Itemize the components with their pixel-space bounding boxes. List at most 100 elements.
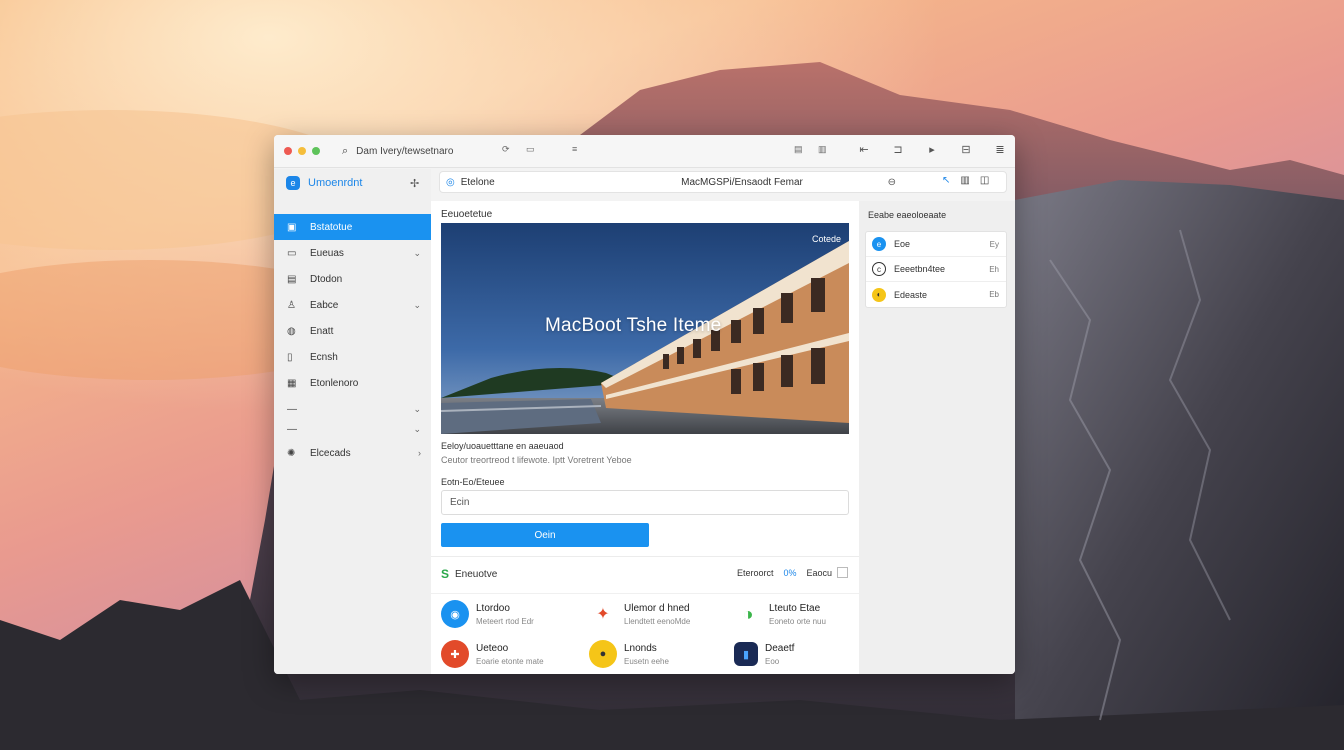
sidebar-item-2[interactable]: ▤ Dtodon xyxy=(274,266,431,292)
features-title: Eneuotve xyxy=(455,568,498,580)
list-item-tag: Eb xyxy=(989,290,999,299)
app-subtitle: Eusetn eehe xyxy=(624,656,669,666)
app-window: ⌕ Dam Ivery/tewsetnaro ⟳ ▭ ≡ ▤ ▥ ⇤ ⊐ ▸ ⊟… xyxy=(274,135,1015,674)
app-icon: ◑ xyxy=(734,600,762,628)
site-icon: ◎ xyxy=(446,176,455,188)
address-prefix: Etelone xyxy=(460,176,495,188)
item-icon: c xyxy=(872,262,886,276)
features-checkbox[interactable] xyxy=(837,567,848,578)
section-title: Eeuoetetue xyxy=(441,209,493,220)
app-icon: ● xyxy=(589,640,617,668)
tabs-icon[interactable]: ▥ xyxy=(818,144,827,155)
window-controls xyxy=(284,147,320,155)
sidebar: e Umoenrdnt ✢ ▣ Bstatotue ▭ Eueuas ⌄ ▤ D… xyxy=(274,169,431,674)
share-icon[interactable]: ⊖ xyxy=(888,177,896,188)
tab-indicator: ≡ xyxy=(572,144,578,154)
app-name: Lnonds xyxy=(624,642,657,654)
divider xyxy=(431,556,859,557)
hero-subcaption: Ceutor treortreod t lifewote. Iptt Voret… xyxy=(441,455,632,465)
sidebar-item-9[interactable]: ✺ Elcecads › xyxy=(274,440,431,466)
app-tile[interactable]: ◑ Lteuto Etae Eoneto orte nuu xyxy=(734,600,851,628)
tab-icon[interactable]: ▭ xyxy=(526,144,535,155)
chevron-down-icon[interactable]: ⌄ xyxy=(413,404,421,415)
minimize-window-button[interactable] xyxy=(298,147,306,155)
chevron-down-icon[interactable]: ⌄ xyxy=(413,424,421,435)
close-window-button[interactable] xyxy=(284,147,292,155)
sidebar-item-label: Eabce xyxy=(310,299,339,311)
app-tile[interactable]: ▮ Deaetf Eoo xyxy=(734,640,851,668)
list-item-tag: Ey xyxy=(989,239,999,249)
list-item-label: Eeeetbn4tee xyxy=(894,264,946,274)
features-meta-label: Eteroorct xyxy=(737,568,774,578)
submit-button-label: Oein xyxy=(534,529,556,541)
app-name: Umoenrdnt xyxy=(308,177,363,189)
app-name: Ltordoo xyxy=(476,602,510,614)
chevron-down-icon[interactable]: ⌄ xyxy=(413,300,421,311)
download-icon[interactable]: ▤ xyxy=(794,144,803,155)
app-icon: ◉ xyxy=(441,600,469,628)
hero-title: MacBoot Tshe Iteme xyxy=(545,315,722,336)
sidebar-icon[interactable]: ◫ xyxy=(980,175,989,186)
book-icon: ▯ xyxy=(287,351,293,363)
refresh-icon[interactable]: ⟳ xyxy=(502,144,510,155)
field-label: Eotn-Eo/Eteuee xyxy=(441,477,505,487)
chevron-down-icon[interactable]: ⌄ xyxy=(413,248,421,259)
sidebar-item-5[interactable]: ▯ Ecnsh xyxy=(274,344,431,370)
zoom-window-button[interactable] xyxy=(312,147,320,155)
app-tile[interactable]: ✚ Ueteoo Eoarie etonte mate xyxy=(441,640,589,668)
app-subtitle: Eoneto orte nuu xyxy=(769,616,826,626)
right-panel-list: e Eoe Ey c Eeeetbn4tee Eh ◐ Edeaste Eb xyxy=(865,231,1007,308)
sidebar-item-3[interactable]: ♙ Eabce ⌄ xyxy=(274,292,431,318)
list-icon[interactable]: ≣ xyxy=(993,143,1007,156)
right-panel-title: Eeabe eaeoloeaate xyxy=(868,210,947,220)
list-item[interactable]: ◐ Edeaste Eb xyxy=(866,282,1006,307)
features-icon: S xyxy=(441,567,450,581)
sidebar-item-1[interactable]: ▭ Eueuas ⌄ xyxy=(274,240,431,266)
search-text: Dam Ivery/tewsetnaro xyxy=(356,145,454,157)
text-field[interactable]: Ecin xyxy=(441,490,849,515)
app-logo-icon: e xyxy=(286,176,300,190)
search-input[interactable]: ⌕ Dam Ivery/tewsetnaro xyxy=(336,140,526,162)
sidebar-item-7[interactable]: — ⌄ xyxy=(274,400,431,418)
list-item[interactable]: c Eeeetbn4tee Eh xyxy=(866,257,1006,282)
app-tile[interactable]: ◉ Ltordoo Meteert rtod Edr xyxy=(441,600,589,628)
hero-image[interactable]: MacBoot Tshe Iteme Cotede xyxy=(441,223,849,434)
features-header: S Eneuotve xyxy=(441,567,497,581)
item-icon: e xyxy=(872,237,886,251)
sidebar-item-label: Elcecads xyxy=(310,447,351,459)
chevron-right-icon[interactable]: › xyxy=(418,448,421,458)
sidebar-item-label: Bstatotue xyxy=(310,221,353,233)
grid-icon[interactable]: ⊐ xyxy=(891,143,905,156)
submit-button[interactable]: Oein xyxy=(441,523,649,547)
sidebar-item-8[interactable]: — ⌄ xyxy=(274,418,431,440)
right-panel: Eeabe eaeoloeaate e Eoe Ey c Eeeetbn4tee… xyxy=(859,201,1015,674)
sidebar-item-label: — xyxy=(287,403,297,415)
search-icon: ⌕ xyxy=(342,144,349,157)
sidebar-header: e Umoenrdnt ✢ xyxy=(274,169,431,197)
rewind-icon[interactable]: ⇤ xyxy=(857,143,871,156)
list-item[interactable]: e Eoe Ey xyxy=(866,232,1006,257)
app-tile[interactable]: ● Lnonds Eusetn eehe xyxy=(589,640,734,668)
main-panel: Eeuoetetue MacBoot Tshe Iteme Cotede Eel… xyxy=(431,201,859,674)
pin-icon[interactable]: ✢ xyxy=(410,177,419,190)
sidebar-item-6[interactable]: ▦ Etonlenoro xyxy=(274,370,431,396)
sidebar-item-0[interactable]: ▣ Bstatotue xyxy=(274,214,431,240)
address-toolbar: ↖ ▥ ◫ xyxy=(942,175,989,186)
app-tile[interactable]: ✦ Ulemor d hned Llendtett eenoMde xyxy=(589,600,734,628)
features-more-link[interactable]: Eaocu xyxy=(807,568,833,578)
app-icon: ▮ xyxy=(734,642,758,666)
image-icon: ▦ xyxy=(287,377,297,389)
sidebar-nav: ▣ Bstatotue ▭ Eueuas ⌄ ▤ Dtodon ♙ Eabce … xyxy=(274,214,431,466)
app-name: Ulemor d hned xyxy=(624,602,690,614)
cursor-icon[interactable]: ↖ xyxy=(942,175,950,186)
app-icon: ✦ xyxy=(589,600,617,628)
play-icon[interactable]: ▸ xyxy=(925,143,939,156)
address-bar[interactable]: ◎ Etelone MacMGSPi/Ensaodt Femar ⊖ xyxy=(439,171,1007,193)
bookmark-icon[interactable]: ⊟ xyxy=(959,143,973,156)
titlebar: ⌕ Dam Ivery/tewsetnaro ⟳ ▭ ≡ ▤ ▥ ⇤ ⊐ ▸ ⊟… xyxy=(274,135,1015,168)
sidebar-item-label: Eueuas xyxy=(310,247,344,259)
sidebar-item-4[interactable]: ◍ Enatt xyxy=(274,318,431,344)
grid-icon[interactable]: ▥ xyxy=(960,175,969,186)
mail-icon: ▭ xyxy=(287,247,297,259)
trash-icon: ▤ xyxy=(287,273,297,285)
